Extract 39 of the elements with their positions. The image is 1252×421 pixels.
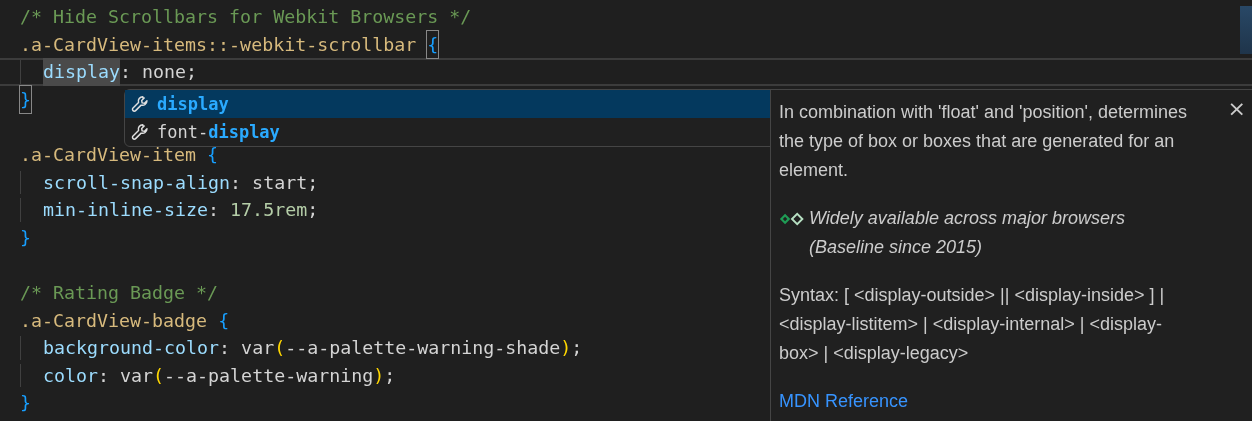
code-text: : none; <box>120 60 198 85</box>
number-value: 17.5rem <box>230 198 308 223</box>
baseline-icon <box>779 212 805 226</box>
suggestion-item[interactable]: display <box>125 90 771 118</box>
brace: { <box>427 30 439 59</box>
code-comment: /* Rating Badge */ <box>20 280 219 305</box>
description-text: In combination with 'float' and 'position', determines the type of box or boxes that are generated for an element. <box>779 101 1188 182</box>
mdn-reference-link[interactable]: MDN Reference <box>779 391 909 411</box>
code-text: ; <box>571 336 583 361</box>
parenthesis: ) <box>560 336 572 361</box>
code-text: : start; <box>230 170 319 195</box>
css-property: min-inline-size <box>43 198 209 223</box>
code-text: ; <box>384 363 396 388</box>
css-property: display <box>43 58 121 86</box>
wrench-icon <box>131 123 149 141</box>
brace: } <box>20 225 31 250</box>
code-text: : var <box>219 336 275 361</box>
parenthesis: ( <box>153 363 165 388</box>
brace: } <box>20 85 31 114</box>
code-text: --a-palette-warning <box>164 363 374 388</box>
parenthesis: ( <box>274 336 286 361</box>
code-text: : <box>208 198 221 223</box>
code-comment: /* Hide Scrollbars for Webkit Browsers */ <box>20 5 472 29</box>
brace: } <box>20 391 31 416</box>
code-text: : var <box>98 363 154 388</box>
css-property: scroll-snap-align <box>43 170 231 195</box>
css-selector: .a-CardView-badge <box>20 308 209 333</box>
wrench-icon <box>131 95 149 113</box>
parenthesis: ) <box>373 363 385 388</box>
close-button[interactable]: × <box>1223 96 1250 121</box>
css-property: color <box>43 363 99 388</box>
css-property: background-color <box>43 336 220 361</box>
minimap-drawing <box>1240 6 1252 54</box>
css-selector: .a-CardView-items::-webkit-scrollbar <box>20 32 418 57</box>
code-text: ; <box>307 198 319 223</box>
brace: { <box>218 308 230 333</box>
code-text: --a-palette-warning-shade <box>285 336 561 361</box>
baseline-text: Widely available across major browsers (Baseline since 2015) <box>809 207 1126 259</box>
syntax-text: Syntax: [ <display-outside> || <display-inside> ] | <display-listitem> | <display-internal> | <display-box> | <display-legacy> <box>779 284 1166 365</box>
